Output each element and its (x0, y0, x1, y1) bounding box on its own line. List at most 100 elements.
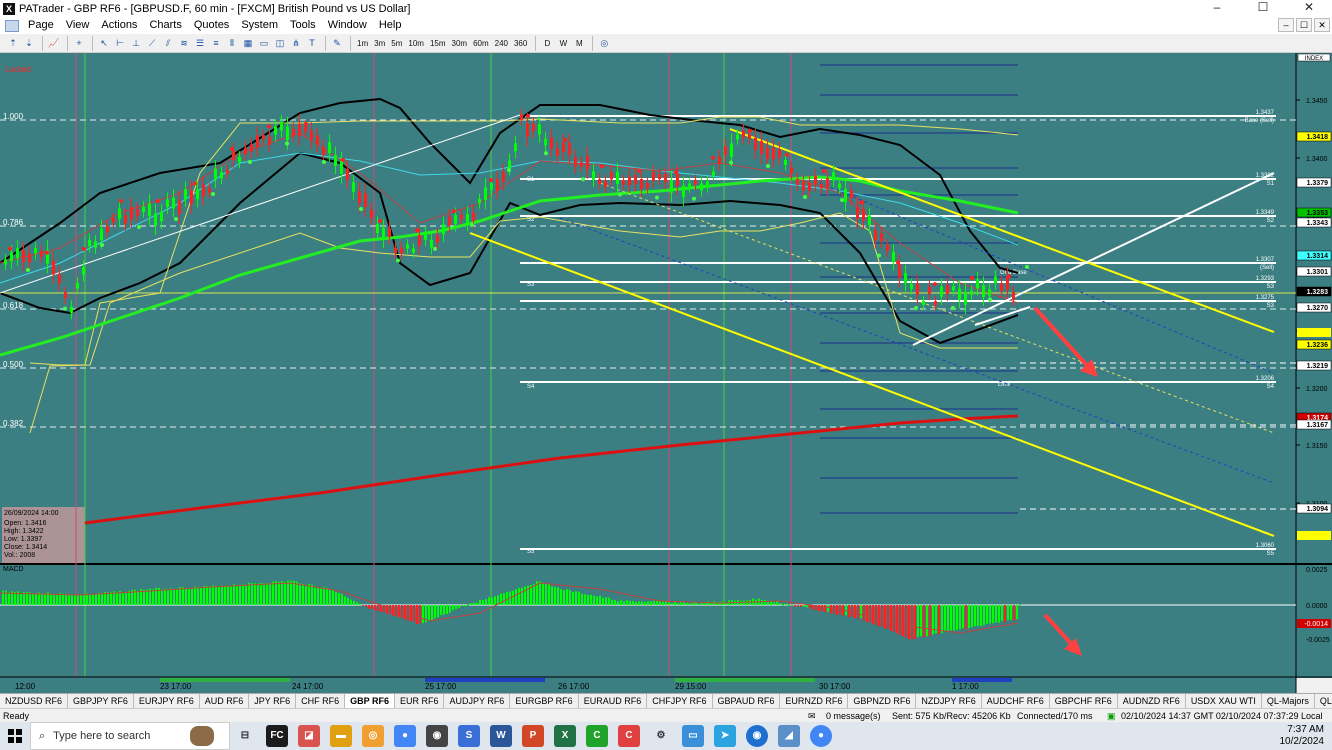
pitchfork-tool-icon[interactable]: ⋔ (289, 36, 303, 51)
menu-system[interactable]: System (235, 17, 284, 34)
refresh-icon[interactable]: ◎ (597, 36, 611, 51)
rect-tool-icon[interactable]: ▭ (257, 36, 271, 51)
tf-15m-button[interactable]: 15m (428, 36, 448, 51)
cycle-tool-icon[interactable]: ◫ (273, 36, 287, 51)
macd-histogram-bar (344, 596, 346, 605)
menu-charts[interactable]: Charts (143, 17, 187, 34)
symbol-tab[interactable]: EURGBP RF6 (510, 694, 579, 708)
menu-page[interactable]: Page (22, 17, 60, 34)
pen-tool-icon[interactable]: ✎ (330, 36, 344, 51)
price-chart-canvas[interactable]: INDEX Locked 26/09/2024 14:00 Open: 1.34… (0, 53, 1332, 693)
taskbar-clock[interactable]: 7:37 AM 10/2/2024 (1280, 724, 1325, 748)
file-explorer-icon[interactable]: ▬ (330, 725, 352, 747)
mdi-close-button[interactable]: ✕ (1314, 18, 1330, 32)
symbol-tab[interactable]: GBP RF6 (345, 694, 395, 708)
tf-360-button[interactable]: 360 (512, 36, 529, 51)
settings-icon[interactable]: ⚙ (650, 725, 672, 747)
candle-body (706, 181, 709, 187)
app-icon-9[interactable]: ◉ (746, 725, 768, 747)
close-button[interactable]: ✕ (1286, 0, 1332, 17)
telegram-icon[interactable]: ➤ (714, 725, 736, 747)
symbol-tab[interactable]: AUD RF6 (200, 694, 250, 708)
tf-1m-button[interactable]: 1m (355, 36, 370, 51)
symbol-tab[interactable]: GBPAUD RF6 (713, 694, 781, 708)
tf-10m-button[interactable]: 10m (406, 36, 426, 51)
mdi-restore-button[interactable]: ☐ (1296, 18, 1312, 32)
app-icon-5[interactable]: S (458, 725, 480, 747)
tf-3m-button[interactable]: 3m (372, 36, 387, 51)
candle-body (784, 159, 787, 165)
symbol-tab[interactable]: EURJPY RF6 (134, 694, 200, 708)
text-tool-icon[interactable]: T (305, 36, 319, 51)
gann-tool-icon[interactable]: ▦ (241, 36, 255, 51)
candle-body (430, 239, 433, 248)
menu-view[interactable]: View (60, 17, 96, 34)
pointer-icon[interactable]: ↖ (97, 36, 111, 51)
maximize-button[interactable]: ☐ (1240, 0, 1286, 17)
chart-type-icon[interactable]: 📈 (47, 36, 61, 51)
symbol-tab[interactable]: NZDJPY RF6 (916, 694, 982, 708)
fib-fan-tool-icon[interactable]: ≋ (177, 36, 191, 51)
symbol-tab[interactable]: EURAUD RF6 (579, 694, 648, 708)
buy-tool-icon[interactable]: ⇡ (6, 36, 20, 51)
symbol-tab[interactable]: EURNZD RF6 (780, 694, 849, 708)
menu-quotes[interactable]: Quotes (188, 17, 235, 34)
symbol-tab[interactable]: CHF RF6 (296, 694, 346, 708)
chrome-icon[interactable]: ● (394, 725, 416, 747)
symbol-tab[interactable]: EUR RF6 (395, 694, 445, 708)
crosshair-icon[interactable]: + (72, 36, 86, 51)
fib-ext-tool-icon[interactable]: ≡ (209, 36, 223, 51)
symbol-tab[interactable]: USDX XAU WTI (1186, 694, 1262, 708)
tf-240-button[interactable]: 240 (493, 36, 510, 51)
menu-tools[interactable]: Tools (284, 17, 322, 34)
channel-tool-icon[interactable]: ⫽ (161, 36, 175, 51)
symbol-tab[interactable]: NZDUSD RF6 (0, 694, 69, 708)
symbol-tab[interactable]: QL-Majors (1262, 694, 1315, 708)
trendline-tool-icon[interactable]: ⟋ (145, 36, 159, 51)
task-view-icon[interactable]: ⊟ (234, 725, 256, 747)
symbol-tab[interactable]: QL-Exotics (1315, 694, 1332, 708)
symbol-tab[interactable]: CHFJPY RF6 (647, 694, 713, 708)
symbol-tab[interactable]: JPY RF6 (249, 694, 297, 708)
tf-5m-button[interactable]: 5m (389, 36, 404, 51)
fib-time-tool-icon[interactable]: ⦀ (225, 36, 239, 51)
chart-area[interactable]: INDEX Locked 26/09/2024 14:00 Open: 1.34… (0, 53, 1332, 693)
excel-icon[interactable]: X (554, 725, 576, 747)
fib-retrace-tool-icon[interactable]: ☰ (193, 36, 207, 51)
hline-tool-icon[interactable]: ⊢ (113, 36, 127, 51)
symbol-tab[interactable]: GBPNZD RF6 (848, 694, 917, 708)
app-icon-3[interactable]: ◎ (362, 725, 384, 747)
app-icon-6[interactable]: C (586, 725, 608, 747)
tf-monthly-button[interactable]: M (572, 36, 586, 51)
app-icon-10[interactable]: ◢ (778, 725, 800, 747)
minimize-button[interactable]: – (1194, 0, 1240, 17)
chrome-icon-2[interactable]: ● (810, 725, 832, 747)
tf-60m-button[interactable]: 60m (471, 36, 491, 51)
macd-histogram-bar (293, 580, 295, 605)
candle-body (472, 212, 475, 221)
tf-30m-button[interactable]: 30m (450, 36, 470, 51)
app-icon-4[interactable]: ◉ (426, 725, 448, 747)
app-icon-7[interactable]: C (618, 725, 640, 747)
powerpoint-icon[interactable]: P (522, 725, 544, 747)
menu-window[interactable]: Window (322, 17, 373, 34)
tf-weekly-button[interactable]: W (556, 36, 570, 51)
vline-tool-icon[interactable]: ⊥ (129, 36, 143, 51)
symbol-tab[interactable]: AUDNZD RF6 (1118, 694, 1186, 708)
tf-daily-button[interactable]: D (540, 36, 554, 51)
mdi-minimize-button[interactable]: – (1278, 18, 1294, 32)
symbol-tab[interactable]: GBPJPY RF6 (68, 694, 134, 708)
app-icon-8[interactable]: ▭ (682, 725, 704, 747)
message-icon: ✉ (808, 711, 816, 721)
candle-body (22, 250, 25, 263)
symbol-tab[interactable]: AUDJPY RF6 (444, 694, 511, 708)
app-icon-2[interactable]: ◪ (298, 725, 320, 747)
windows-start-icon[interactable] (0, 722, 30, 750)
patrader-app-icon[interactable]: FC (266, 725, 288, 747)
menu-actions[interactable]: Actions (95, 17, 143, 34)
symbol-tab[interactable]: GBPCHF RF6 (1050, 694, 1118, 708)
sell-tool-icon[interactable]: ⇣ (22, 36, 36, 51)
menu-help[interactable]: Help (373, 17, 408, 34)
word-icon[interactable]: W (490, 725, 512, 747)
symbol-tab[interactable]: AUDCHF RF6 (982, 694, 1050, 708)
